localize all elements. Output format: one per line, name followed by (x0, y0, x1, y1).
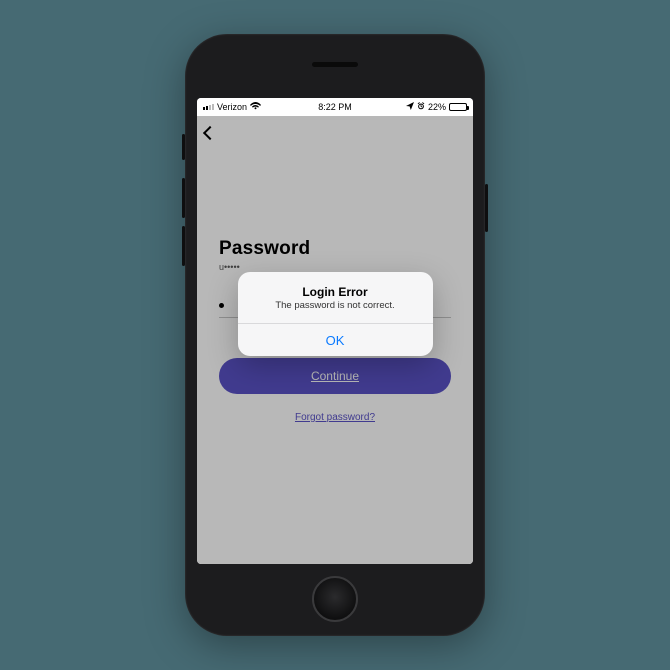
alert-body: Login Error The password is not correct. (238, 272, 433, 323)
alert-title: Login Error (250, 285, 421, 299)
signal-icon (203, 104, 214, 110)
wifi-icon (250, 102, 261, 112)
alert-ok-button[interactable]: OK (238, 324, 433, 356)
status-right: 22% (406, 102, 467, 112)
location-icon (406, 102, 414, 112)
status-left: Verizon (203, 102, 261, 112)
carrier-label: Verizon (217, 102, 247, 112)
phone-frame: Verizon 8:22 PM 22% (185, 34, 485, 636)
volume-up-button (182, 178, 185, 218)
app-content: Password u••••• Continue Forgot password… (197, 116, 473, 564)
alert-ok-label: OK (326, 333, 345, 348)
home-button[interactable] (312, 576, 358, 622)
volume-down-button (182, 226, 185, 266)
modal-overlay: Login Error The password is not correct.… (197, 116, 473, 564)
mute-switch (182, 134, 185, 160)
screen: Verizon 8:22 PM 22% (197, 98, 473, 564)
battery-icon (449, 103, 467, 111)
alert-dialog: Login Error The password is not correct.… (238, 272, 433, 356)
battery-percent-label: 22% (428, 102, 446, 112)
alarm-icon (417, 102, 425, 112)
status-bar: Verizon 8:22 PM 22% (197, 98, 473, 116)
alert-message: The password is not correct. (250, 300, 421, 311)
power-button (485, 184, 488, 232)
